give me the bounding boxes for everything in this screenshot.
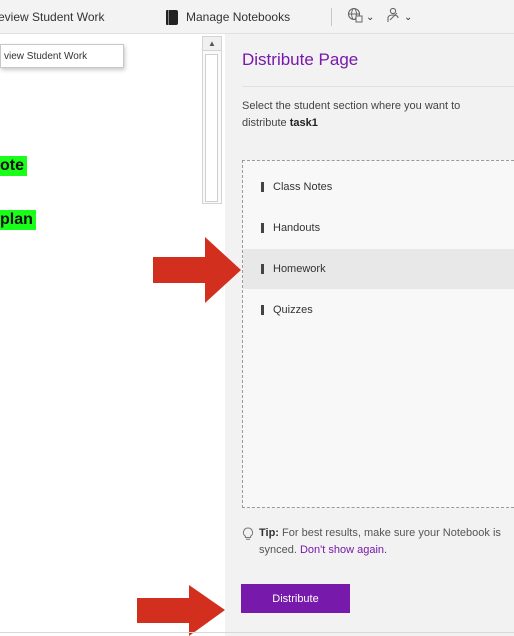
section-list: Class Notes Handouts Homework Quizzes [242,160,514,508]
section-label: Homework [273,263,326,275]
section-tab-icon [261,305,264,315]
section-item-homework[interactable]: Homework [243,249,514,289]
review-student-work-label: eview Student Work [0,10,105,24]
chevron-down-icon: ⌄ [404,11,413,23]
section-tab-icon [261,223,264,233]
scroll-up-arrow-icon[interactable]: ▲ [203,37,221,51]
manage-notebooks-label: Manage Notebooks [186,10,291,24]
ribbon-separator [331,8,332,26]
scroll-thumb[interactable] [205,54,218,202]
instruction-task-name: task1 [289,117,318,129]
dont-show-again-link[interactable]: Don't show again. [300,544,387,556]
review-student-work-button[interactable]: eview Student Work [0,0,105,34]
page-highlighted-text-2[interactable]: plan [0,210,36,230]
accessibility-dropdown-button[interactable]: ⌄ [385,0,412,34]
pane-title: Distribute Page [242,50,359,69]
instruction-text: Select the student section where you wan… [242,100,461,129]
red-arrow-icon [153,237,241,303]
manage-notebooks-button[interactable]: Manage Notebooks [166,0,290,34]
tip-text-block: Tip: For best results, make sure your No… [259,525,514,559]
section-label: Class Notes [273,181,333,193]
section-tab-icon [261,264,264,274]
page-scrollbar[interactable]: ▲ [202,36,222,204]
notebook-icon [166,9,178,25]
tooltip-text: view Student Work [4,50,88,62]
section-label: Handouts [273,222,321,234]
page-highlighted-text-1[interactable]: ote [0,156,27,176]
chevron-down-icon: ⌄ [366,11,375,23]
distribute-button[interactable]: Distribute [241,584,350,613]
pane-divider [242,86,514,87]
section-item-handouts[interactable]: Handouts [243,208,514,248]
section-tab-icon [261,182,264,192]
language-globe-icon [347,7,363,28]
bottom-divider [0,632,514,633]
pane-instruction: Select the student section where you wan… [242,98,492,132]
review-student-work-tooltip: view Student Work [0,44,124,68]
section-label: Quizzes [273,304,313,316]
accessibility-person-icon [385,7,401,28]
section-item-class-notes[interactable]: Class Notes [243,167,514,207]
tip-label: Tip: [259,527,279,539]
distribute-page-pane: Distribute Page Select the student secti… [225,34,514,636]
red-arrow-icon [137,585,225,636]
lightbulb-icon [242,527,254,541]
language-dropdown-button[interactable]: ⌄ [347,0,374,34]
ribbon-toolbar: eview Student Work Manage Notebooks ⌄ ⌄ [0,0,514,34]
section-item-quizzes[interactable]: Quizzes [243,290,514,330]
